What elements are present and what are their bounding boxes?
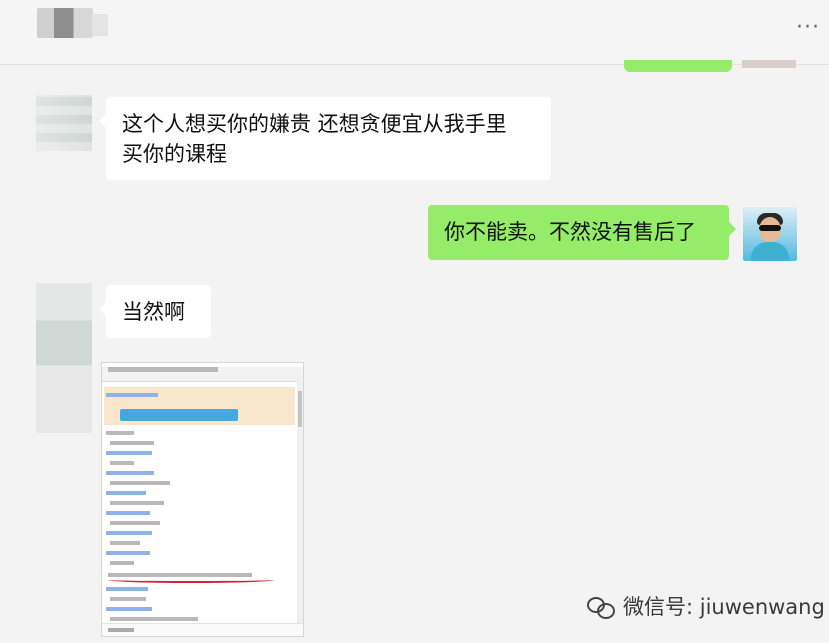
wechat-watermark: 微信号: jiuwenwang (585, 591, 825, 621)
contact-avatar[interactable] (36, 283, 92, 433)
screenshot-sender-line (106, 551, 150, 555)
screenshot-red-underline (108, 577, 274, 583)
screenshot-text-line (110, 441, 154, 445)
message-text: 你不能卖。不然没有售后了 (444, 220, 696, 244)
message-text-line: 这个人想买你的嫌贵 还想贪便宜从我手里 (122, 112, 507, 136)
screenshot-footer (102, 623, 303, 636)
screenshot-text-line (110, 541, 140, 545)
screenshot-text-line (110, 521, 160, 525)
screenshot-sender-line (106, 587, 148, 591)
incoming-message-bubble[interactable]: 当然啊 (99, 285, 211, 338)
contact-avatar[interactable] (36, 95, 92, 151)
screenshot-text-line (106, 431, 134, 435)
incoming-message-bubble[interactable]: 这个人想买你的嫌贵 还想贪便宜从我手里 买你的课程 (99, 97, 551, 180)
screenshot-image-message[interactable] (101, 362, 304, 637)
avatar-sunglasses-shape (759, 225, 781, 231)
screenshot-sender-line (106, 511, 150, 515)
outgoing-message-bubble[interactable]: 你不能卖。不然没有售后了 (428, 205, 736, 260)
previous-my-avatar (742, 60, 796, 68)
previous-outgoing-bubble (624, 60, 732, 72)
screenshot-text-line (110, 597, 146, 601)
message-text-line: 买你的课程 (122, 142, 227, 166)
screenshot-text-line (110, 561, 134, 565)
watermark-text: 微信号: jiuwenwang (623, 595, 825, 619)
chat-title-blurred (92, 14, 108, 36)
chat-title-blurred (37, 8, 93, 38)
avatar-shirt-shape (751, 242, 789, 261)
more-options-icon[interactable]: ··· (793, 17, 823, 42)
screenshot-scroll-thumb (298, 391, 302, 427)
screenshot-sender-line (106, 451, 152, 455)
screenshot-sender-line (106, 393, 158, 397)
screenshot-text-line (110, 501, 164, 505)
screenshot-sender-line (106, 531, 152, 535)
screenshot-sender-line (106, 607, 152, 611)
screenshot-blue-bubble (120, 409, 238, 421)
screenshot-text-line (110, 617, 198, 621)
screenshot-text-line (110, 461, 134, 465)
wechat-icon (585, 594, 615, 619)
screenshot-sender-line (106, 471, 154, 475)
screenshot-titlebar (102, 367, 303, 382)
screenshot-sender-line (106, 491, 146, 495)
message-text: 当然啊 (122, 300, 185, 324)
my-avatar[interactable] (743, 207, 797, 261)
screenshot-text-line (110, 481, 170, 485)
chat-header: ··· (0, 0, 829, 65)
